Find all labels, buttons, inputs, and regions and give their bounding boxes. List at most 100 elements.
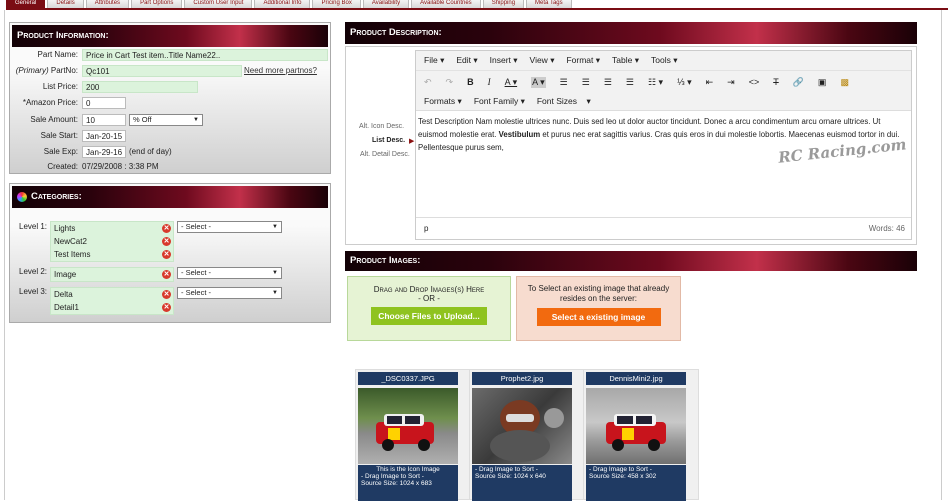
- code-icon[interactable]: <>: [749, 77, 760, 87]
- amazon-price-field[interactable]: 0: [82, 97, 126, 109]
- align-right-icon[interactable]: ☰: [604, 77, 612, 88]
- align-left-icon[interactable]: ☰: [560, 77, 568, 88]
- chevron-down-icon: ▼: [193, 117, 199, 123]
- image-filename: _DSC0337.JPG: [358, 372, 458, 385]
- menu-tools[interactable]: Tools ▾: [651, 55, 677, 66]
- tab-divider: [6, 8, 948, 10]
- product-description-heading: Product Description:: [345, 22, 917, 44]
- highlight-icon[interactable]: A ▾: [531, 76, 546, 88]
- image-thumb[interactable]: DennisMini2.jpg - Drag Image to Sort - S…: [583, 369, 699, 501]
- more-partnos-link[interactable]: Need more partnos?: [244, 65, 317, 77]
- watermark-logo: RC Racing.com: [777, 135, 908, 167]
- level1-select[interactable]: - Select - ▼: [177, 221, 282, 233]
- list-item: Lights ✕: [54, 224, 171, 233]
- sale-type-select[interactable]: % Off ▼: [129, 114, 203, 126]
- menu-insert[interactable]: Insert ▾: [490, 55, 518, 66]
- part-name-field[interactable]: Price in Cart Test item..Title Name22..: [82, 49, 328, 61]
- right-border: [941, 10, 942, 500]
- remove-icon[interactable]: ✕: [162, 270, 171, 279]
- list-item: Test Items ✕: [54, 250, 171, 259]
- choose-files-button[interactable]: Choose Files to Upload...: [371, 307, 487, 325]
- chevron-down-icon: ▼: [272, 270, 278, 276]
- justify-icon[interactable]: ☰: [626, 77, 634, 88]
- formats-dropdown[interactable]: Formats ▾: [424, 96, 462, 107]
- redo-icon[interactable]: ↷: [446, 77, 454, 88]
- image-thumb[interactable]: _DSC0337.JPG This is the Icon Image - Dr…: [355, 369, 471, 501]
- product-info-heading: Product Information:: [12, 25, 328, 47]
- partno-label: PartNo:: [50, 66, 78, 75]
- level3-label: Level 3:: [19, 287, 48, 296]
- created-value: 07/29/2008 : 3:38 PM: [82, 162, 159, 171]
- drop-zone[interactable]: Drag and Drop Images(s) Here - OR - Choo…: [347, 276, 511, 341]
- list-item: Delta ✕: [54, 290, 171, 299]
- image-filename: DennisMini2.jpg: [586, 372, 686, 385]
- list-desc-link[interactable]: List Desc.: [372, 137, 405, 144]
- font-sizes-dropdown[interactable]: Font Sizes ▾: [537, 96, 591, 107]
- categories-heading: Categories:: [12, 186, 328, 208]
- remove-icon[interactable]: ✕: [162, 290, 171, 299]
- part-name-label: Part Name:: [37, 50, 78, 59]
- level2-select[interactable]: - Select - ▼: [177, 267, 282, 279]
- existing-image-zone: To Select an existing image that already…: [516, 276, 681, 341]
- sale-exp-field[interactable]: Jan-29-16: [82, 146, 126, 158]
- bold-icon[interactable]: B: [467, 77, 474, 87]
- level1-list: Lights ✕ NewCat2 ✕ Test Items ✕: [50, 221, 174, 262]
- sale-amount-label: Sale Amount:: [30, 115, 78, 124]
- end-of-day-note: (end of day): [129, 147, 172, 156]
- left-border: [4, 10, 5, 500]
- clear-format-icon[interactable]: T: [773, 77, 779, 87]
- menu-format[interactable]: Format ▾: [566, 55, 600, 66]
- sale-exp-label: Sale Exp:: [43, 147, 78, 156]
- media-icon[interactable]: ▩: [840, 77, 849, 88]
- or-text: - OR -: [418, 294, 440, 303]
- editor-menubar: File ▾ Edit ▾ Insert ▾ View ▾ Format ▾ T…: [416, 51, 911, 71]
- align-center-icon[interactable]: ☰: [582, 77, 590, 88]
- drop-zone-title: Drag and Drop Images(s) Here: [373, 285, 485, 294]
- font-color-icon[interactable]: A ▾: [505, 77, 518, 88]
- image-icon[interactable]: ▣: [818, 77, 827, 88]
- image-thumb[interactable]: Prophet2.jpg - Drag Image to Sort - Sour…: [469, 369, 585, 501]
- menu-table[interactable]: Table ▾: [612, 55, 639, 66]
- level2-label: Level 2:: [19, 267, 48, 276]
- image-info: - Drag Image to Sort - Source Size: 1024…: [472, 465, 572, 501]
- select-existing-image-button[interactable]: Select a existing image: [536, 308, 661, 326]
- categories-icon: [17, 192, 27, 202]
- arrow-right-icon: ▶: [409, 138, 415, 145]
- level3-select[interactable]: - Select - ▼: [177, 287, 282, 299]
- alt-icon-desc-link[interactable]: Alt. Icon Desc.: [359, 123, 404, 130]
- editor-toolbar-2: Formats ▾ Font Family ▾ Font Sizes ▾: [416, 93, 911, 111]
- sale-start-field[interactable]: Jan-20-15: [82, 130, 126, 142]
- alt-detail-desc-link[interactable]: Alt. Detail Desc.: [360, 151, 410, 158]
- remove-icon[interactable]: ✕: [162, 224, 171, 233]
- sale-start-label: Sale Start:: [40, 131, 78, 140]
- link-icon[interactable]: 🔗: [793, 77, 804, 88]
- remove-icon[interactable]: ✕: [162, 303, 171, 312]
- car-photo: [358, 388, 458, 464]
- outdent-icon[interactable]: ⇤: [706, 77, 714, 88]
- partno-field[interactable]: Qc101: [82, 65, 242, 77]
- rich-text-editor: File ▾ Edit ▾ Insert ▾ View ▾ Format ▾ T…: [415, 50, 912, 240]
- image-filename: Prophet2.jpg: [472, 372, 572, 385]
- numbered-list-icon[interactable]: ⅓ ▾: [677, 77, 692, 88]
- remove-icon[interactable]: ✕: [162, 250, 171, 259]
- menu-file[interactable]: File ▾: [424, 55, 444, 66]
- driver-photo: [472, 388, 572, 464]
- sale-amount-field[interactable]: 10: [82, 114, 126, 126]
- bullet-list-icon[interactable]: ☷ ▾: [648, 77, 663, 88]
- undo-icon[interactable]: ↶: [424, 77, 432, 88]
- list-price-label: List Price:: [42, 82, 78, 91]
- indent-icon[interactable]: ⇥: [727, 77, 735, 88]
- menu-edit[interactable]: Edit ▾: [456, 55, 477, 66]
- editor-statusbar: p Words: 46: [416, 217, 911, 239]
- level2-list: Image ✕: [50, 267, 174, 282]
- remove-icon[interactable]: ✕: [162, 237, 171, 246]
- font-family-dropdown[interactable]: Font Family ▾: [474, 96, 525, 107]
- list-item: Image ✕: [54, 270, 171, 279]
- list-price-field[interactable]: 200: [82, 81, 198, 93]
- menu-view[interactable]: View ▾: [530, 55, 555, 66]
- italic-icon[interactable]: I: [488, 77, 491, 87]
- editor-content[interactable]: Test Description Nam molestie ultrices n…: [416, 111, 911, 211]
- categories-panel: Categories: Level 1: Lights ✕ NewCat2 ✕ Te…: [9, 183, 331, 323]
- chevron-down-icon: ▼: [272, 224, 278, 230]
- existing-image-text: To Select an existing image that already…: [527, 284, 670, 303]
